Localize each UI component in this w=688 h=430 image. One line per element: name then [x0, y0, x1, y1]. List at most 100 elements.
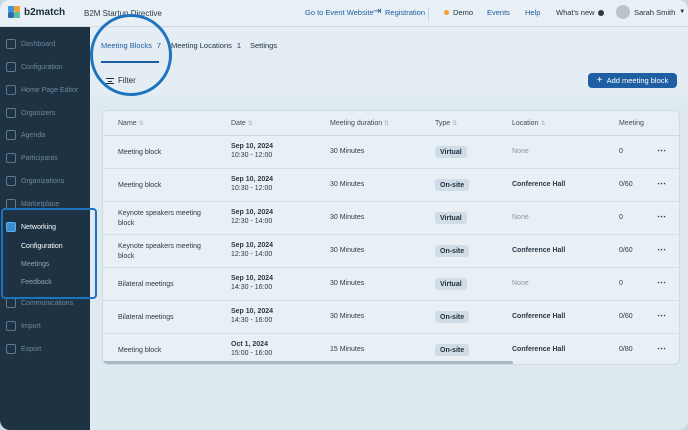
whats-new-button[interactable]: What's new	[556, 8, 604, 17]
sidebar-item-home-page-editor[interactable]: Home Page Editor	[0, 80, 90, 100]
sidebar-item-import[interactable]: Import	[0, 316, 90, 336]
sort-icon: ⇅	[540, 121, 546, 127]
login-arrow-icon: ⇥	[373, 6, 382, 17]
tab-label: Meeting Locations	[171, 41, 232, 50]
cell-name: Meeting block	[118, 182, 162, 189]
app-window: b2match B2M Startup Directive Go to Even…	[0, 0, 688, 430]
sidebar-item-organizations[interactable]: Organizations	[0, 171, 90, 191]
table-row[interactable]: Meeting block Sep 10, 2024 10:30 - 12:00 30…	[103, 136, 679, 169]
cell-date-time: 15:00 - 16:00	[231, 350, 273, 357]
networking-highlight-box	[1, 208, 97, 299]
help-link[interactable]: Help	[525, 8, 540, 17]
column-header-location[interactable]: Location ⇅	[512, 120, 546, 127]
cell-duration: 30 Minutes	[330, 280, 365, 287]
cell-location: Conference Hall	[512, 181, 566, 188]
cell-location: None	[512, 280, 529, 287]
registration-link[interactable]: Registration	[385, 8, 425, 17]
organizers-icon	[6, 108, 16, 118]
more-options-icon[interactable]: ⋯	[657, 310, 666, 321]
cell-name: Meeting block	[118, 149, 162, 156]
cell-meeting: 0	[619, 148, 623, 155]
type-badge: On-site	[435, 179, 470, 191]
table-row[interactable]: Bilateral meetings Sep 10, 2024 14:30 - 16…	[103, 301, 679, 334]
column-header-name[interactable]: Name ⇅	[118, 120, 144, 127]
cell-date: Sep 10, 2024 12:30 - 14:00	[231, 242, 273, 258]
event-website-link[interactable]: Go to Event Website	[305, 8, 374, 17]
table-row[interactable]: Meeting block Sep 10, 2024 10:30 - 12:00 30…	[103, 169, 679, 202]
building-icon	[6, 176, 16, 186]
demo-link[interactable]: Demo	[444, 8, 473, 17]
horizontal-scrollbar[interactable]	[103, 361, 513, 364]
sidebar-item-participants[interactable]: Participants	[0, 148, 90, 168]
cell-date-day: Sep 10, 2024	[231, 242, 274, 249]
b2match-logo-icon	[8, 6, 20, 18]
more-options-icon[interactable]: ⋯	[657, 343, 666, 354]
column-label: Location	[512, 120, 539, 127]
cell-duration: 30 Minutes	[330, 313, 365, 320]
tab-count: 1	[236, 41, 242, 50]
cell-date-time: 14:30 - 16:00	[231, 317, 273, 324]
cell-date-day: Sep 10, 2024	[231, 176, 274, 183]
column-header-meeting[interactable]: Meeting	[619, 120, 644, 127]
type-badge: On-site	[435, 344, 470, 356]
cell-date: Sep 10, 2024 10:30 - 12:00	[231, 176, 273, 192]
cell-date-day: Sep 10, 2024	[231, 209, 274, 216]
sidebar-item-configuration[interactable]: Configuration	[0, 57, 90, 77]
user-menu[interactable]: Sarah Smith ▼	[616, 5, 685, 19]
cell-date-time: 12:30 - 14:00	[231, 218, 273, 225]
type-badge: Virtual	[435, 278, 467, 290]
more-options-icon[interactable]: ⋯	[657, 211, 666, 222]
cell-name: Keynote speakers meeting block	[118, 243, 201, 260]
cell-date-day: Oct 1, 2024	[231, 341, 268, 348]
more-options-icon[interactable]: ⋯	[657, 277, 666, 288]
sort-icon: ⇅	[247, 121, 253, 127]
column-header-duration[interactable]: Meeting duration ⇅	[330, 120, 389, 127]
cell-meeting: 0	[619, 214, 623, 221]
tab-meeting-locations[interactable]: Meeting Locations 1	[171, 41, 241, 50]
logo[interactable]: b2match	[8, 6, 65, 18]
filter-button[interactable]: Filter	[106, 76, 136, 85]
add-meeting-block-button[interactable]: + Add meeting block	[588, 73, 677, 88]
column-header-date[interactable]: Date ⇅	[231, 120, 253, 127]
demo-dot-icon	[444, 10, 449, 15]
sidebar-item-export[interactable]: Export	[0, 339, 90, 359]
whats-new-label: What's new	[556, 8, 595, 17]
cell-name: Keynote speakers meeting block	[118, 210, 201, 227]
cell-meeting: 0	[619, 280, 623, 287]
sidebar-item-label: Home Page Editor	[21, 86, 79, 94]
sidebar-item-label: Organizers	[21, 109, 56, 117]
home-icon	[6, 85, 16, 95]
filter-icon	[106, 77, 114, 84]
type-badge: On-site	[435, 245, 470, 257]
events-link[interactable]: Events	[487, 8, 510, 17]
type-badge: Virtual	[435, 212, 467, 224]
table-row[interactable]: Bilateral meetings Sep 10, 2024 14:30 - 16…	[103, 268, 679, 301]
type-badge: On-site	[435, 311, 470, 323]
more-options-icon[interactable]: ⋯	[657, 178, 666, 189]
cell-date-day: Sep 10, 2024	[231, 275, 274, 282]
sidebar-item-agenda[interactable]: Agenda	[0, 125, 90, 145]
cell-name: Meeting block	[118, 347, 162, 354]
cell-date: Sep 10, 2024 12:30 - 14:00	[231, 209, 273, 225]
sidebar-item-label: Configuration	[21, 63, 63, 71]
column-header-type[interactable]: Type ⇅	[435, 120, 457, 127]
sort-icon: ⇅	[384, 121, 390, 127]
cell-duration: 30 Minutes	[330, 247, 365, 254]
tab-settings[interactable]: Settings	[250, 41, 277, 50]
more-options-icon[interactable]: ⋯	[657, 244, 666, 255]
mail-icon	[6, 298, 16, 308]
column-label: Meeting	[619, 120, 644, 127]
sidebar-item-dashboard[interactable]: Dashboard	[0, 34, 90, 54]
cell-location: Conference Hall	[512, 346, 566, 353]
table-header: Name ⇅ Date ⇅ Meeting duration ⇅ Type ⇅ Loca…	[103, 111, 679, 136]
sidebar-item-organizers[interactable]: Organizers	[0, 103, 90, 123]
filter-label: Filter	[118, 76, 136, 85]
chevron-down-icon: ▼	[679, 9, 686, 15]
column-label: Type	[435, 120, 451, 127]
table-row[interactable]: Keynote speakers meeting block Sep 10, 20…	[103, 235, 679, 268]
more-options-icon[interactable]: ⋯	[657, 145, 666, 156]
table-row[interactable]: Keynote speakers meeting block Sep 10, 20…	[103, 202, 679, 235]
sidebar-item-label: Participants	[21, 154, 58, 162]
sidebar-item-label: Organizations	[21, 177, 65, 185]
cell-date-time: 14:30 - 16:00	[231, 284, 273, 291]
